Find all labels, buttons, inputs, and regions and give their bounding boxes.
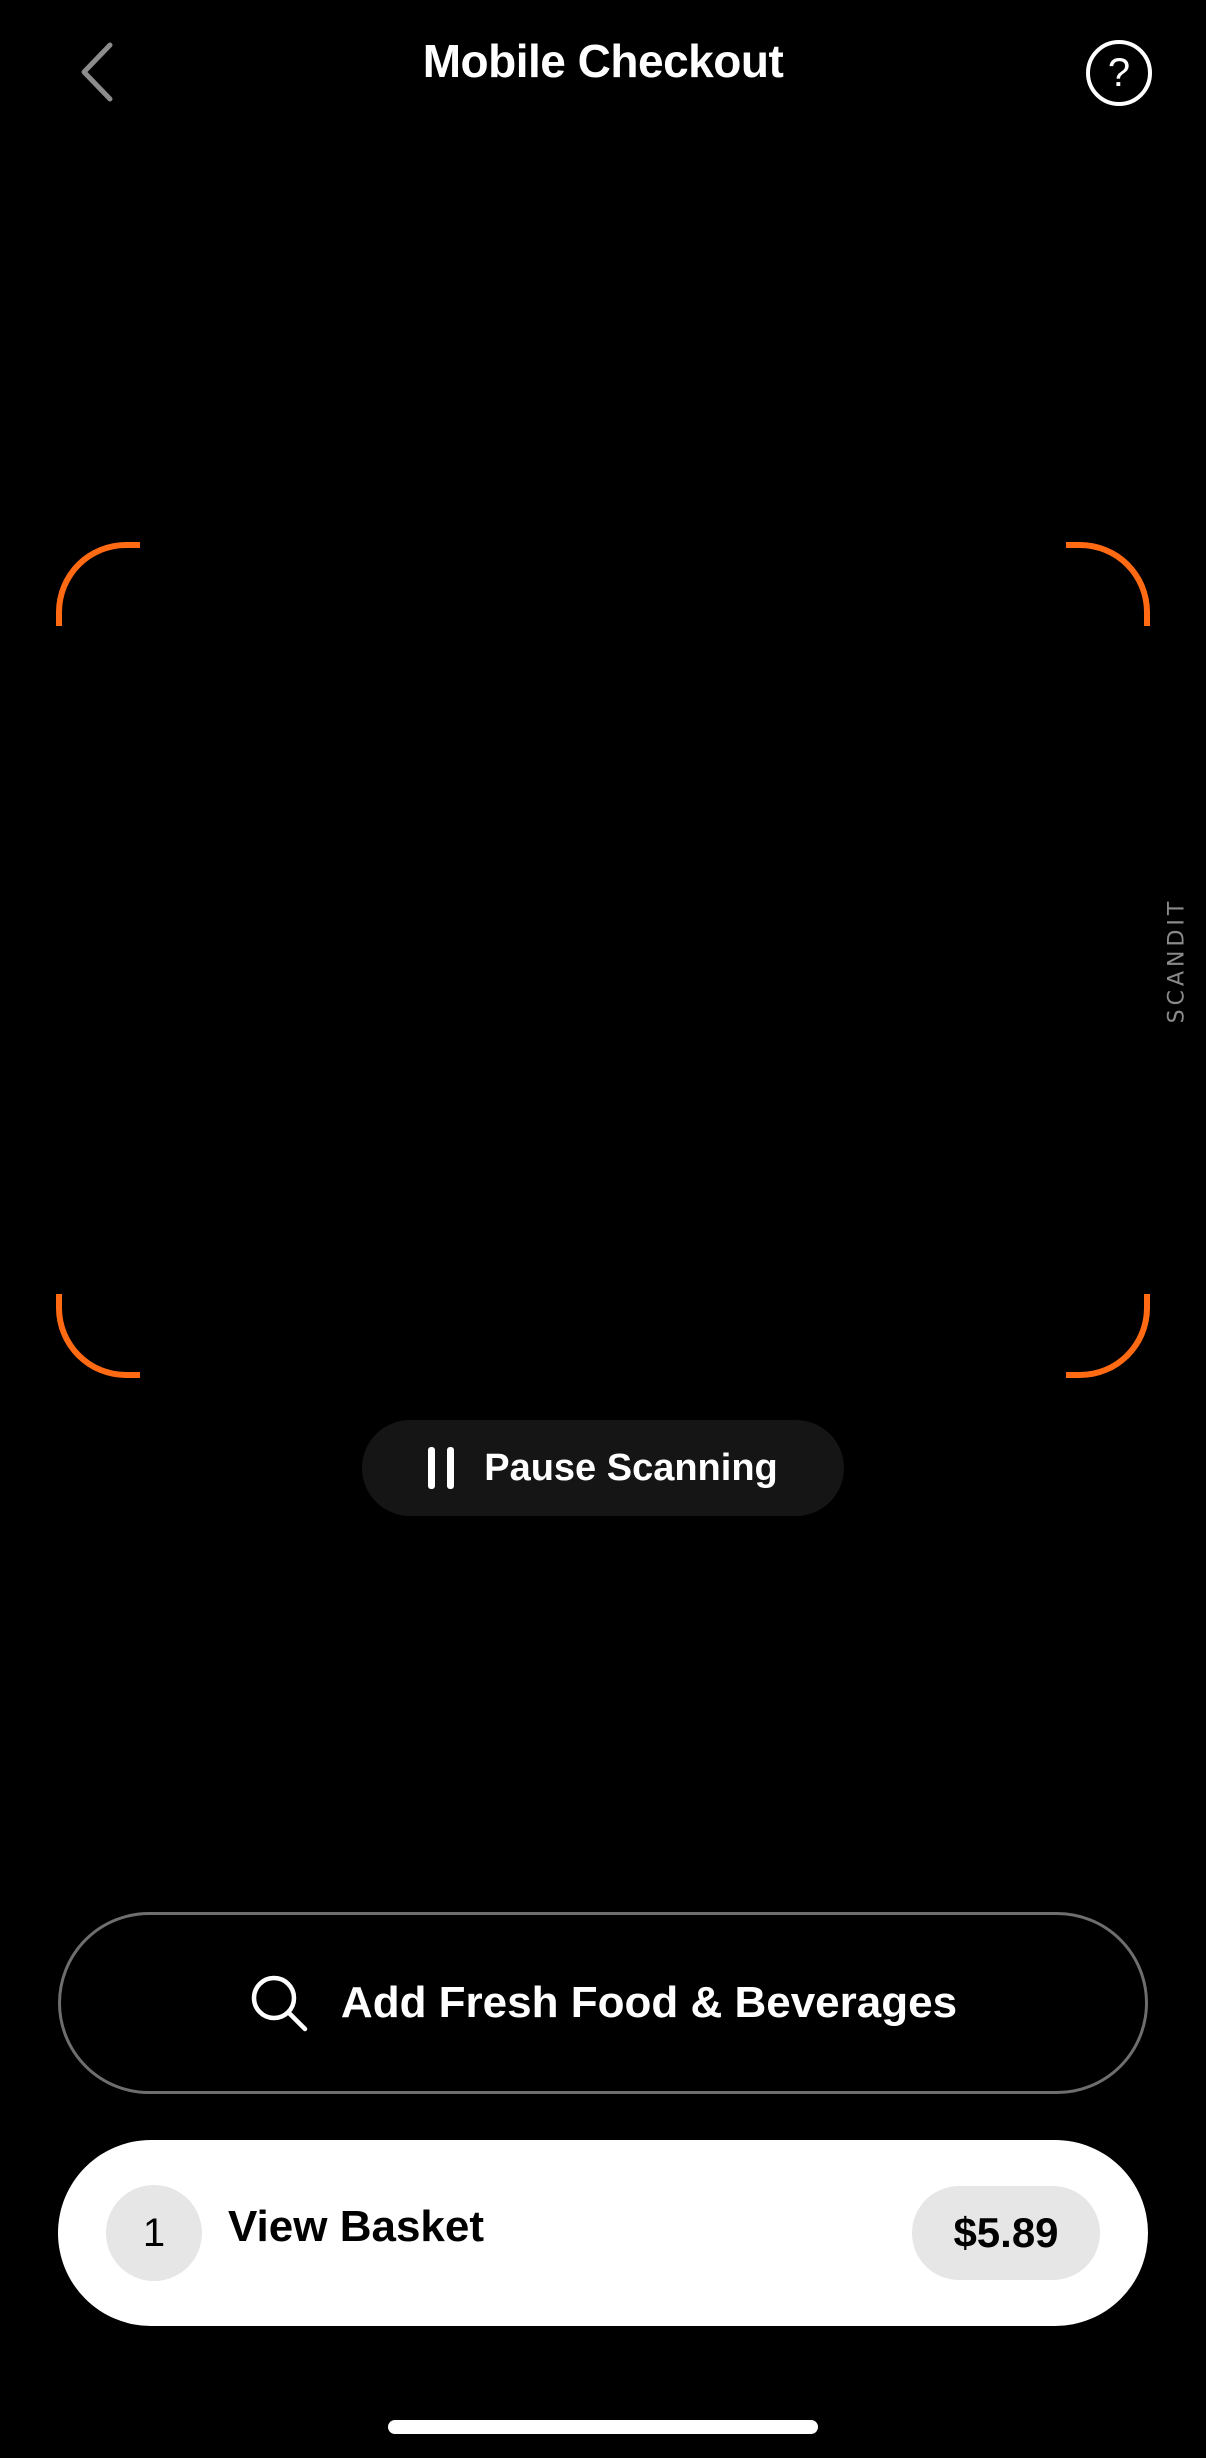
basket-total-badge: $5.89 bbox=[912, 2186, 1100, 2280]
add-fresh-food-label: Add Fresh Food & Beverages bbox=[340, 1978, 958, 2027]
viewfinder-corner-top-left bbox=[56, 542, 140, 626]
add-fresh-food-button[interactable]: Add Fresh Food & Beverages bbox=[58, 1912, 1148, 2094]
scandit-logo: SCANDIT bbox=[1150, 897, 1204, 1023]
pause-icon bbox=[428, 1447, 455, 1489]
view-basket-label: View Basket bbox=[228, 2202, 485, 2251]
help-button[interactable]: ? bbox=[1086, 40, 1152, 106]
viewfinder-corner-top-right bbox=[1066, 542, 1150, 626]
viewfinder-corner-bottom-right bbox=[1066, 1294, 1150, 1378]
view-basket-button[interactable]: 1 View Basket $5.89 bbox=[58, 2140, 1148, 2326]
scandit-logo-text: SCANDIT bbox=[1164, 897, 1190, 1023]
scan-screen: Mobile Checkout ? SCANDIT Pause Scanning… bbox=[0, 0, 1206, 2458]
pause-scanning-button[interactable]: Pause Scanning bbox=[362, 1420, 844, 1516]
home-indicator[interactable] bbox=[388, 2420, 818, 2434]
pause-scanning-label: Pause Scanning bbox=[484, 1446, 778, 1489]
page-title: Mobile Checkout bbox=[422, 35, 784, 87]
search-icon bbox=[251, 1975, 308, 2032]
basket-count-badge: 1 bbox=[106, 2185, 202, 2281]
viewfinder-corner-bottom-left bbox=[56, 1294, 140, 1378]
scan-viewfinder bbox=[56, 542, 1150, 1378]
help-icon: ? bbox=[1107, 50, 1131, 95]
